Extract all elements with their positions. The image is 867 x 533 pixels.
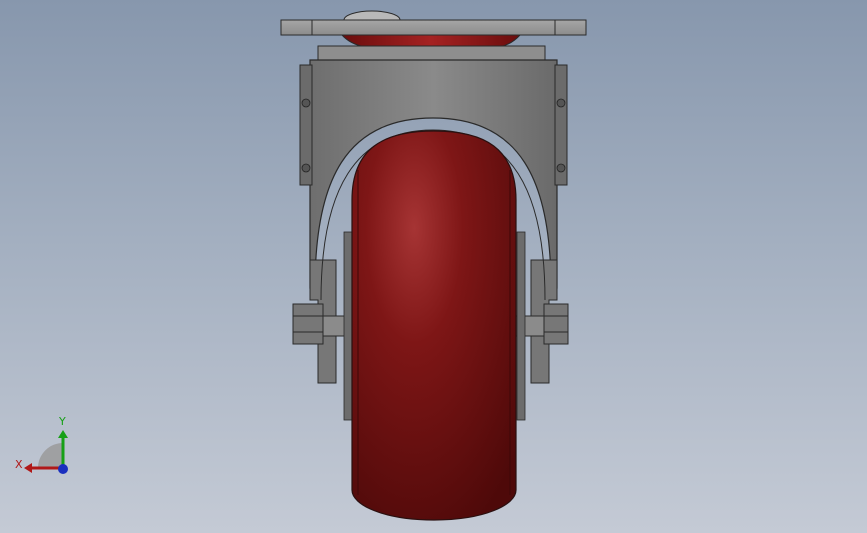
- axle-nut-left[interactable]: [292, 303, 324, 345]
- x-axis-label: X: [15, 458, 23, 471]
- wheel[interactable]: [343, 130, 526, 521]
- fork-cap: [317, 45, 546, 61]
- wheel-tread: [351, 130, 517, 521]
- triad-plane-arc: [38, 443, 63, 468]
- x-axis-arrow-icon: [24, 463, 32, 473]
- y-axis-arrow-icon: [58, 430, 68, 438]
- coordinate-triad: X Y: [15, 415, 68, 474]
- 3d-viewport[interactable]: [0, 0, 867, 533]
- top-plate[interactable]: [280, 19, 587, 36]
- swivel-bearing: [340, 34, 522, 48]
- z-axis-dot-icon: [58, 464, 68, 474]
- caster-assembly[interactable]: [280, 10, 587, 521]
- axle-nut-right[interactable]: [543, 303, 569, 345]
- y-axis-label: Y: [58, 415, 66, 428]
